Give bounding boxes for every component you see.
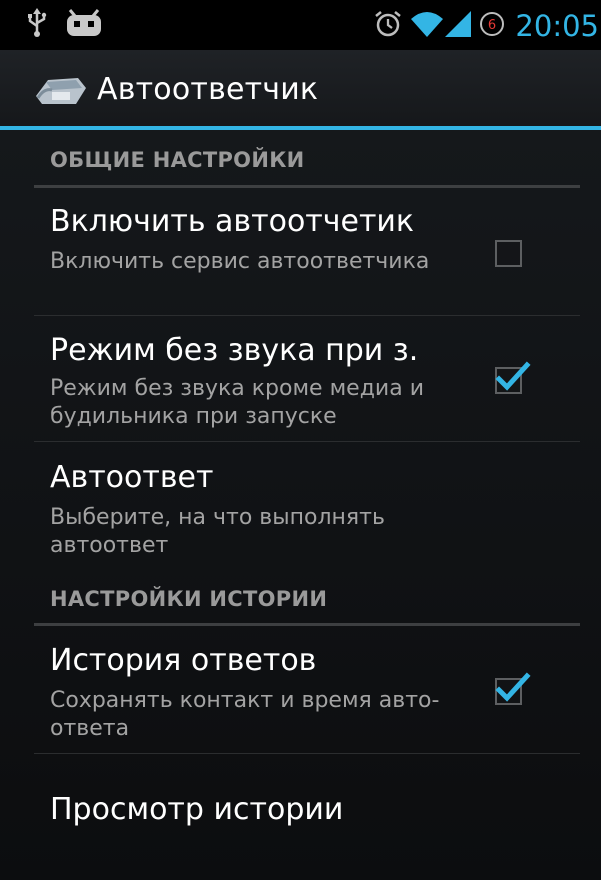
notification-count-icon: 6 [479, 11, 505, 41]
pref-title: История ответов [50, 643, 317, 678]
notification-count: 6 [488, 18, 496, 33]
section-divider [34, 623, 580, 626]
pref-title: Автоответ [50, 460, 214, 495]
pref-summary: Включить сервис автоответчика [50, 249, 430, 274]
signal-icon [445, 9, 472, 43]
status-bar-left [26, 8, 104, 42]
pref-title: Режим без звука при з. [50, 333, 419, 368]
checkmark-icon [495, 672, 531, 702]
item-divider [34, 441, 580, 442]
checkmark-icon [495, 361, 531, 391]
checkbox-checked[interactable] [495, 361, 531, 394]
wifi-icon [409, 9, 445, 43]
item-divider [34, 315, 580, 316]
pref-summary: Режим без звука кроме медиа и будильника… [50, 376, 424, 429]
preferences-list: ОБЩИЕ НАСТРОЙКИ Включить автоотчетик Вкл… [0, 130, 601, 880]
item-divider [34, 753, 580, 754]
section-divider [34, 185, 580, 188]
pref-title: Включить автоотчетик [50, 204, 415, 239]
section-header-history: НАСТРОЙКИ ИСТОРИИ [50, 587, 328, 611]
android-debug-icon [64, 8, 104, 42]
usb-icon [26, 8, 48, 42]
action-bar: Автоответчик [0, 50, 601, 130]
pref-summary: Сохранять контакт и время авто-ответа [50, 688, 440, 741]
pref-summary: Выберите, на что выполнять автоответ [50, 505, 385, 558]
status-bar-right: 6 20:05 [373, 6, 601, 46]
checkbox-unchecked[interactable] [495, 240, 522, 267]
page-title: Автоответчик [97, 72, 319, 107]
checkbox-checked[interactable] [495, 672, 531, 705]
clock: 20:05 [515, 9, 599, 43]
pref-title: Просмотр истории [50, 792, 344, 827]
status-bar: 6 20:05 [0, 0, 601, 50]
alarm-icon [373, 9, 403, 43]
section-header-general: ОБЩИЕ НАСТРОЙКИ [50, 148, 305, 172]
app-phone-icon[interactable] [32, 74, 88, 112]
